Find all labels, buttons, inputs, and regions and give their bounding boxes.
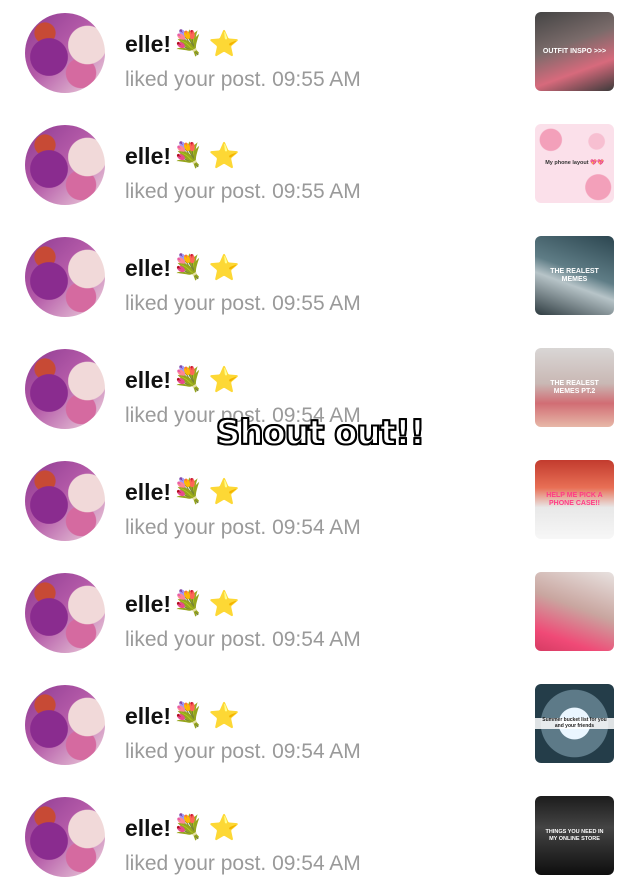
thumbnail-caption: HELP ME PICK A PHONE CASE!! (546, 491, 603, 507)
star-icon: ⭐ (208, 29, 241, 58)
post-thumbnail[interactable]: THE REALEST MEMES (535, 236, 614, 315)
avatar[interactable] (25, 573, 105, 653)
notification-message: liked your post. 09:55 AM (125, 68, 361, 91)
post-thumbnail[interactable]: THINGS YOU NEED IN MY ONLINE STORE (535, 796, 614, 875)
star-icon: ⭐ (208, 813, 241, 842)
notification-message: liked your post. 09:54 AM (125, 628, 361, 651)
star-icon: ⭐ (208, 253, 241, 282)
username[interactable]: elle! (125, 367, 171, 394)
avatar[interactable] (25, 461, 105, 541)
bouquet-icon: 💐 (173, 30, 203, 57)
thumbnail-caption: OUTFIT INSPO >>> (542, 47, 607, 55)
star-icon: ⭐ (208, 365, 241, 394)
bouquet-icon: 💐 (173, 142, 203, 169)
username[interactable]: elle! (125, 703, 171, 730)
notification-row[interactable]: elle! 💐 ⭐ liked your post. 09:54 AM Summ… (0, 684, 640, 784)
avatar[interactable] (25, 13, 105, 93)
notification-message: liked your post. 09:54 AM (125, 740, 361, 763)
post-thumbnail[interactable]: OUTFIT INSPO >>> (535, 12, 614, 91)
username[interactable]: elle! (125, 31, 171, 58)
username[interactable]: elle! (125, 255, 171, 282)
username[interactable]: elle! (125, 143, 171, 170)
thumbnail-caption: My phone layout 💖💖 (545, 160, 604, 167)
star-icon: ⭐ (208, 589, 241, 618)
notification-row[interactable]: elle! 💐 ⭐ liked your post. 09:54 AM THIN… (0, 796, 640, 896)
notification-row[interactable]: elle! 💐 ⭐ liked your post. 09:54 AM HELP… (0, 460, 640, 560)
avatar[interactable] (25, 797, 105, 877)
username-line: elle! 💐 ⭐ (125, 29, 240, 59)
notification-row[interactable]: elle! 💐 ⭐ liked your post. 09:55 AM My p… (0, 124, 640, 224)
bouquet-icon: 💐 (173, 366, 203, 393)
username[interactable]: elle! (125, 479, 171, 506)
post-thumbnail[interactable]: My phone layout 💖💖 (535, 124, 614, 203)
thumbnail-caption: THE REALEST MEMES (550, 267, 599, 283)
username-line: elle! 💐 ⭐ (125, 477, 240, 507)
thumbnail-caption: THINGS YOU NEED IN MY ONLINE STORE (545, 829, 604, 842)
post-thumbnail[interactable]: Summer bucket list for you and your frie… (535, 684, 614, 763)
username[interactable]: elle! (125, 815, 171, 842)
star-icon: ⭐ (208, 141, 241, 170)
thumbnail-caption: THE REALEST MEMES PT.2 (550, 379, 599, 395)
notification-row[interactable]: elle! 💐 ⭐ liked your post. 09:54 AM (0, 572, 640, 672)
notification-message: liked your post. 09:55 AM (125, 180, 361, 203)
star-icon: ⭐ (208, 701, 241, 730)
shout-out-overlay-text: Shout out!! (215, 412, 426, 454)
bouquet-icon: 💐 (173, 702, 203, 729)
notification-message: liked your post. 09:54 AM (125, 516, 361, 539)
thumbnail-caption: Summer bucket list for you and your frie… (535, 717, 614, 729)
notification-row[interactable]: elle! 💐 ⭐ liked your post. 09:55 AM OUTF… (0, 12, 640, 112)
notification-message: liked your post. 09:55 AM (125, 292, 361, 315)
post-thumbnail[interactable] (535, 572, 614, 651)
bouquet-icon: 💐 (173, 478, 203, 505)
bouquet-icon: 💐 (173, 814, 203, 841)
avatar[interactable] (25, 125, 105, 205)
bouquet-icon: 💐 (173, 590, 203, 617)
username-line: elle! 💐 ⭐ (125, 365, 240, 395)
avatar[interactable] (25, 237, 105, 317)
username[interactable]: elle! (125, 591, 171, 618)
post-thumbnail[interactable]: HELP ME PICK A PHONE CASE!! (535, 460, 614, 539)
username-line: elle! 💐 ⭐ (125, 253, 240, 283)
username-line: elle! 💐 ⭐ (125, 141, 240, 171)
star-icon: ⭐ (208, 477, 241, 506)
username-line: elle! 💐 ⭐ (125, 813, 240, 843)
username-line: elle! 💐 ⭐ (125, 701, 240, 731)
username-line: elle! 💐 ⭐ (125, 589, 240, 619)
avatar[interactable] (25, 685, 105, 765)
bouquet-icon: 💐 (173, 254, 203, 281)
notification-row[interactable]: elle! 💐 ⭐ liked your post. 09:55 AM THE … (0, 236, 640, 336)
